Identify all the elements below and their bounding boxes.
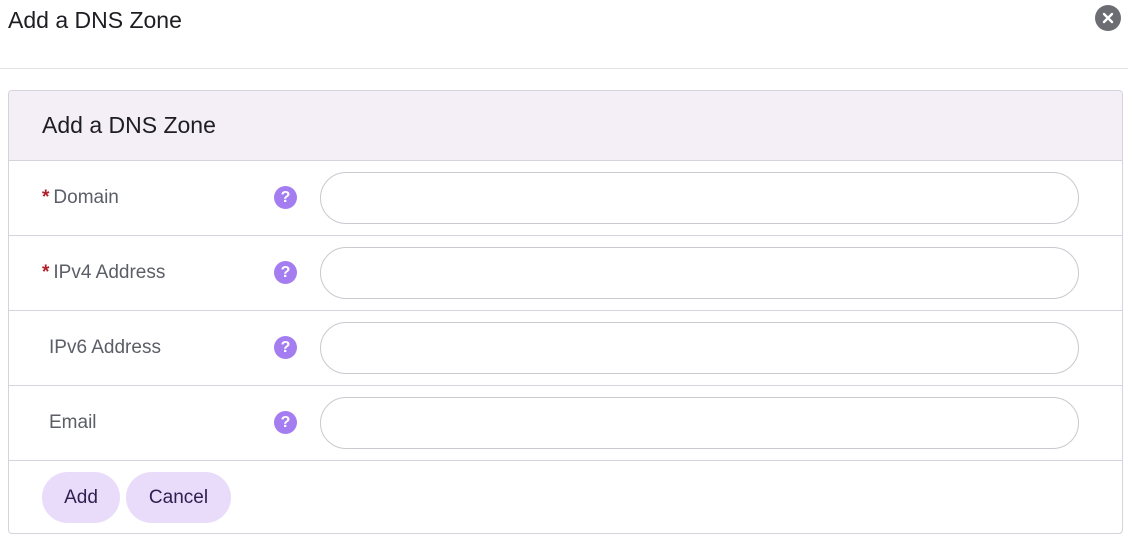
form-row-ipv6: IPv6 Address ? (9, 311, 1122, 386)
ipv6-label-text: IPv6 Address (49, 337, 161, 358)
required-mark: * (42, 262, 50, 283)
form-row-domain: * Domain ? (9, 161, 1122, 236)
panel-header: Add a DNS Zone (9, 91, 1122, 161)
help-icon[interactable]: ? (274, 261, 297, 284)
email-input[interactable] (320, 397, 1079, 449)
required-mark: * (42, 187, 50, 208)
help-icon[interactable]: ? (274, 186, 297, 209)
ipv4-label-text: IPv4 Address (53, 262, 166, 283)
cancel-button[interactable]: Cancel (126, 472, 231, 523)
add-button[interactable]: Add (42, 472, 120, 523)
domain-label: * Domain (42, 161, 119, 235)
dialog-header: Add a DNS Zone (0, 0, 1128, 69)
form-row-ipv4: * IPv4 Address ? (9, 236, 1122, 311)
ipv6-address-input[interactable] (320, 322, 1079, 374)
ipv6-label: IPv6 Address (49, 311, 161, 385)
form-actions: Add Cancel (9, 461, 1122, 533)
close-button[interactable] (1095, 5, 1121, 31)
email-label-text: Email (49, 412, 97, 433)
email-label: Email (49, 386, 97, 460)
add-dns-zone-dialog: Add a DNS Zone Add a DNS Zone * Domain ?… (0, 0, 1128, 549)
help-icon[interactable]: ? (274, 336, 297, 359)
close-icon (1102, 12, 1114, 24)
ipv4-label: * IPv4 Address (42, 236, 165, 310)
domain-label-text: Domain (53, 187, 119, 208)
help-icon[interactable]: ? (274, 411, 297, 434)
dns-zone-form: Add a DNS Zone * Domain ? * IPv4 Address… (8, 90, 1123, 534)
form-row-email: Email ? (9, 386, 1122, 461)
domain-input[interactable] (320, 172, 1079, 224)
panel-title: Add a DNS Zone (42, 112, 216, 138)
ipv4-address-input[interactable] (320, 247, 1079, 299)
dialog-title: Add a DNS Zone (8, 7, 182, 33)
